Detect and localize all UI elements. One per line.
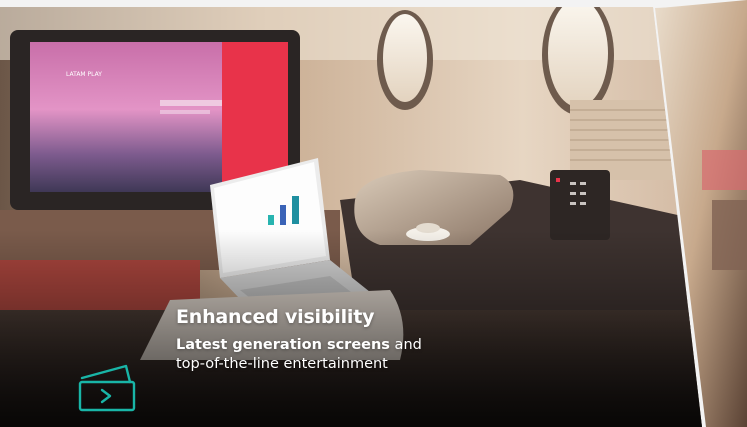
slide-description-rest-2: top-of-the-line entertainment bbox=[176, 356, 388, 372]
carousel-stage: LATAM PLAY Enhanced visibility Latest ge… bbox=[0, 0, 747, 427]
slide-title: Enhanced visibility bbox=[176, 306, 375, 328]
screen-brand-label: LATAM PLAY bbox=[66, 71, 102, 78]
slide-caption: Enhanced visibility Latest generation sc… bbox=[176, 304, 556, 374]
tv-play-icon bbox=[76, 362, 140, 412]
slide-description: Latest generation screens and top-of-the… bbox=[176, 336, 556, 374]
slide-description-bold: Latest generation screens bbox=[176, 337, 390, 353]
slide-description-rest-1: and bbox=[389, 337, 422, 353]
